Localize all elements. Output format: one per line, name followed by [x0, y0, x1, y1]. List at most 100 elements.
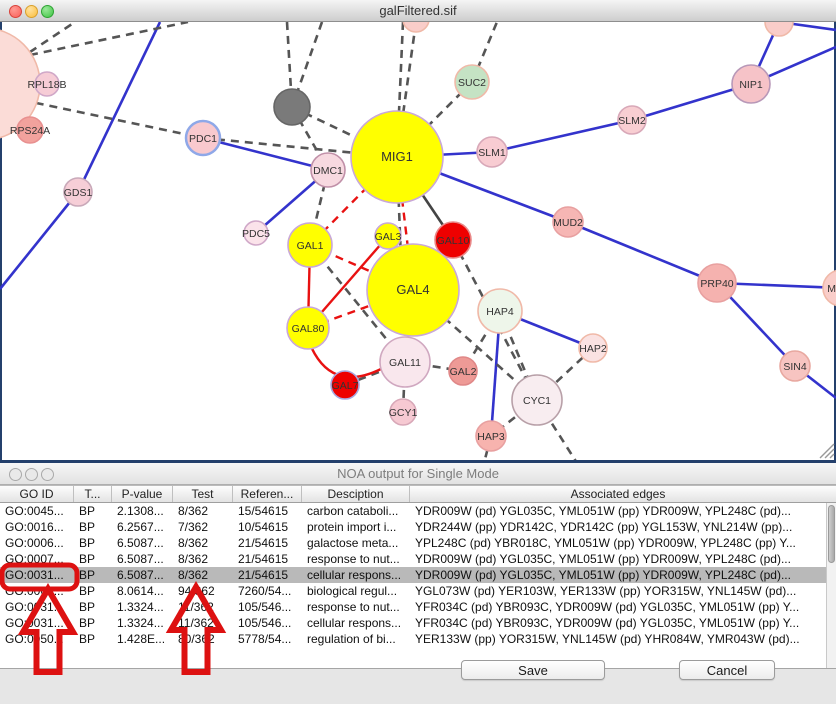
node-label-SIN4: SIN4 — [783, 361, 807, 373]
table-cell: YER133W (pp) YOR315W, YNL145W (pd) YHR08… — [410, 631, 826, 647]
table-cell: 6.5087... — [112, 567, 173, 583]
table-cell: galactose meta... — [302, 535, 410, 551]
node-label-SLM1: SLM1 — [478, 147, 506, 159]
column-header-1[interactable]: T... — [74, 486, 112, 502]
network-window-title: galFiltered.sif — [0, 0, 836, 22]
table-cell: 1.3324... — [112, 599, 173, 615]
table-row-2[interactable]: GO:0006...BP6.5087...8/36221/54615galact… — [0, 535, 826, 551]
node-label-GAL2: GAL2 — [450, 366, 477, 378]
network-node-gray-node[interactable] — [274, 89, 310, 125]
table-cell: YPL248C (pd) YBR018C, YML051W (pp) YDR00… — [410, 535, 826, 551]
node-label-PDC1: PDC1 — [189, 133, 217, 145]
column-header-5[interactable]: Desciption — [302, 486, 410, 502]
table-row-1[interactable]: GO:0016...BP6.2567...7/36210/54615protei… — [0, 519, 826, 535]
table-cell: BP — [74, 583, 112, 599]
table-cell: 21/54615 — [233, 551, 302, 567]
node-label-HAP2: HAP2 — [579, 343, 607, 355]
node-label-HAP3: HAP3 — [477, 431, 505, 443]
table-cell: GO:0065... — [0, 583, 74, 599]
table-cell: YGL073W (pd) YER103W, YER133W (pp) YOR31… — [410, 583, 826, 599]
table-cell: 5778/54... — [233, 631, 302, 647]
table-cell: 6.5087... — [112, 551, 173, 567]
save-button[interactable]: Save — [461, 660, 605, 680]
network-graph: RPL18BRPS24AGDS1PDC1DMC1MIG1SUC2SLM1NIP1… — [0, 22, 836, 460]
resize-grip-icon[interactable] — [825, 449, 834, 458]
network-canvas[interactable]: RPL18BRPS24AGDS1PDC1DMC1MIG1SUC2SLM1NIP1… — [0, 22, 836, 463]
noa-output-window: NOA output for Single Mode GO IDT...P-va… — [0, 463, 836, 704]
table-cell: protein import i... — [302, 519, 410, 535]
vertical-scrollbar[interactable] — [826, 503, 836, 668]
table-cell: 80/362 — [173, 631, 233, 647]
noa-window-titlebar[interactable]: NOA output for Single Mode — [0, 463, 836, 485]
table-row-0[interactable]: GO:0045...BP2.1308...8/36215/54615carbon… — [0, 503, 826, 519]
table-cell: 6.2567... — [112, 519, 173, 535]
table-cell: YDR009W (pd) YGL035C, YML051W (pp) YDR00… — [410, 551, 826, 567]
table-cell: response to nut... — [302, 551, 410, 567]
node-label-DMC1: DMC1 — [313, 165, 343, 177]
node-label-GAL11: GAL11 — [389, 357, 421, 369]
node-label-GAL3: GAL3 — [375, 231, 402, 243]
table-cell: GO:0045... — [0, 503, 74, 519]
network-window-titlebar[interactable]: galFiltered.sif — [0, 0, 836, 22]
table-cell: 8/362 — [173, 535, 233, 551]
table-row-5[interactable]: GO:0065...BP8.0614...94/3627260/54...bio… — [0, 583, 826, 599]
table-cell: BP — [74, 599, 112, 615]
table-row-3[interactable]: GO:0007...BP6.5087...8/36221/54615respon… — [0, 551, 826, 567]
table-cell: BP — [74, 519, 112, 535]
column-header-0[interactable]: GO ID — [0, 486, 74, 502]
table-cell: GO:0031... — [0, 599, 74, 615]
network-node-top-node-mid[interactable] — [403, 22, 429, 32]
table-row-6[interactable]: GO:0031...BP1.3324...11/362105/546...res… — [0, 599, 826, 615]
scrollbar-thumb[interactable] — [828, 505, 835, 563]
table-cell: BP — [74, 567, 112, 583]
table-cell: carbon cataboli... — [302, 503, 410, 519]
network-edge — [0, 192, 78, 289]
table-cell: BP — [74, 615, 112, 631]
node-label-SLM2: SLM2 — [618, 115, 646, 127]
noa-results-table: GO IDT...P-valueTestReferen...Desciption… — [0, 485, 836, 669]
table-cell: GO:0031... — [0, 615, 74, 631]
node-label-PDC5: PDC5 — [242, 228, 270, 240]
table-cell: response to nut... — [302, 599, 410, 615]
network-node-top-node-right[interactable] — [765, 22, 793, 36]
column-header-3[interactable]: Test — [173, 486, 233, 502]
table-cell: 1.3324... — [112, 615, 173, 631]
node-label-GCY1: GCY1 — [389, 407, 418, 419]
network-edge — [78, 22, 160, 192]
table-cell: YFR034C (pd) YBR093C, YDR009W (pd) YGL03… — [410, 615, 826, 631]
table-cell: 8.0614... — [112, 583, 173, 599]
table-cell: 8/362 — [173, 551, 233, 567]
table-cell: GO:0016... — [0, 519, 74, 535]
node-label-MUD2: MUD2 — [553, 217, 583, 229]
resize-grip-icon[interactable] — [830, 454, 834, 458]
table-cell: 94/362 — [173, 583, 233, 599]
table-cell: GO:0007... — [0, 551, 74, 567]
table-header-row: GO IDT...P-valueTestReferen...Desciption… — [0, 485, 836, 503]
table-cell: biological regul... — [302, 583, 410, 599]
cancel-button[interactable]: Cancel — [679, 660, 775, 680]
table-row-4[interactable]: GO:0031...BP6.5087...8/36221/54615cellul… — [0, 567, 826, 583]
node-label-GDS1: GDS1 — [64, 187, 93, 199]
table-cell: 105/546... — [233, 599, 302, 615]
table-cell: 21/54615 — [233, 567, 302, 583]
table-cell: GO:0006... — [0, 535, 74, 551]
node-label-GAL10: GAL10 — [437, 235, 470, 247]
table-cell: 6.5087... — [112, 535, 173, 551]
table-cell: 10/54615 — [233, 519, 302, 535]
network-edge — [203, 138, 328, 170]
table-row-7[interactable]: GO:0031...BP1.3324...11/362105/546...cel… — [0, 615, 826, 631]
table-cell: 1.428E... — [112, 631, 173, 647]
table-cell: BP — [74, 535, 112, 551]
node-label-GAL7: GAL7 — [332, 380, 359, 392]
column-header-6[interactable]: Associated edges — [410, 486, 826, 502]
table-cell: regulation of bi... — [302, 631, 410, 647]
network-edge — [568, 222, 717, 283]
column-header-4[interactable]: Referen... — [233, 486, 302, 502]
node-label-SUC2: SUC2 — [458, 77, 486, 89]
table-row-8[interactable]: GO:0050...BP1.428E...80/3625778/54...reg… — [0, 631, 826, 647]
noa-window-title: NOA output for Single Mode — [0, 463, 836, 485]
column-header-2[interactable]: P-value — [112, 486, 173, 502]
table-cell: cellular respons... — [302, 567, 410, 583]
table-cell: 105/546... — [233, 615, 302, 631]
table-cell: 21/54615 — [233, 535, 302, 551]
